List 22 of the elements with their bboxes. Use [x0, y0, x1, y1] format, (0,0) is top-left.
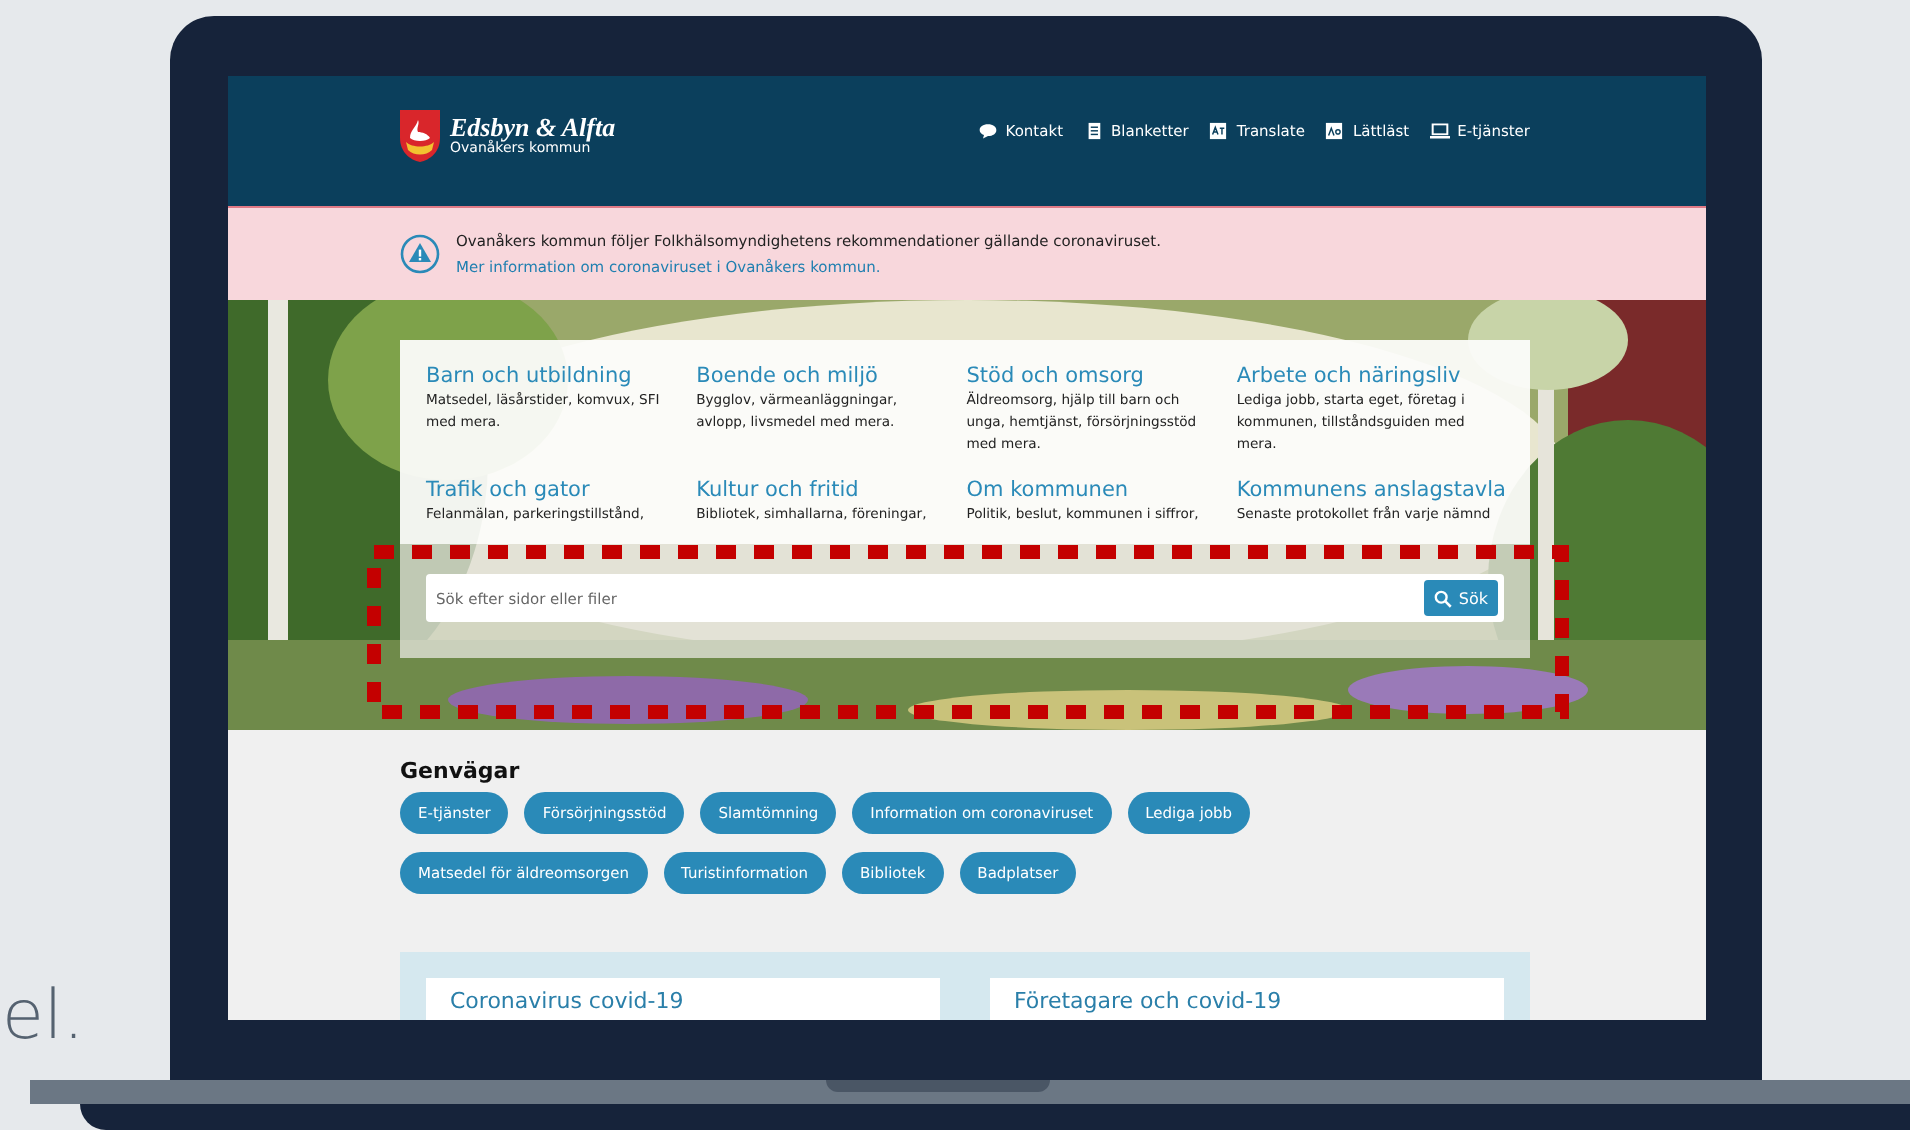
logo-title[interactable]: Edsbyn & Alfta [450, 116, 616, 140]
category-link[interactable]: Kommunens anslagstavla [1236, 478, 1506, 504]
chat-icon [977, 122, 998, 140]
search-button[interactable]: Sök [1424, 580, 1498, 616]
category-link[interactable]: Arbete och näringsliv [1236, 364, 1506, 390]
card-title[interactable]: Företagare och covid-19 [1014, 988, 1480, 1014]
background-text: el. [2, 976, 85, 1056]
warning-icon [400, 234, 440, 274]
search-icon [1434, 589, 1453, 607]
section-heading: Genvägar [400, 758, 522, 784]
book-icon [1324, 122, 1345, 140]
document-icon [1083, 122, 1104, 140]
category-link[interactable]: Barn och utbildning [426, 364, 665, 390]
category-link[interactable]: Boende och miljö [696, 364, 935, 390]
category-link[interactable]: Trafik och gator [426, 478, 665, 504]
translate-icon [1208, 122, 1229, 140]
category-link[interactable]: Stöd och omsorg [966, 364, 1205, 390]
category-link[interactable]: Om kommunen [966, 478, 1205, 504]
card-title[interactable]: Coronavirus covid-19 [450, 988, 916, 1014]
crest-icon [400, 110, 440, 162]
computer-icon [1429, 122, 1450, 140]
category-link[interactable]: Kultur och fritid [696, 478, 935, 504]
